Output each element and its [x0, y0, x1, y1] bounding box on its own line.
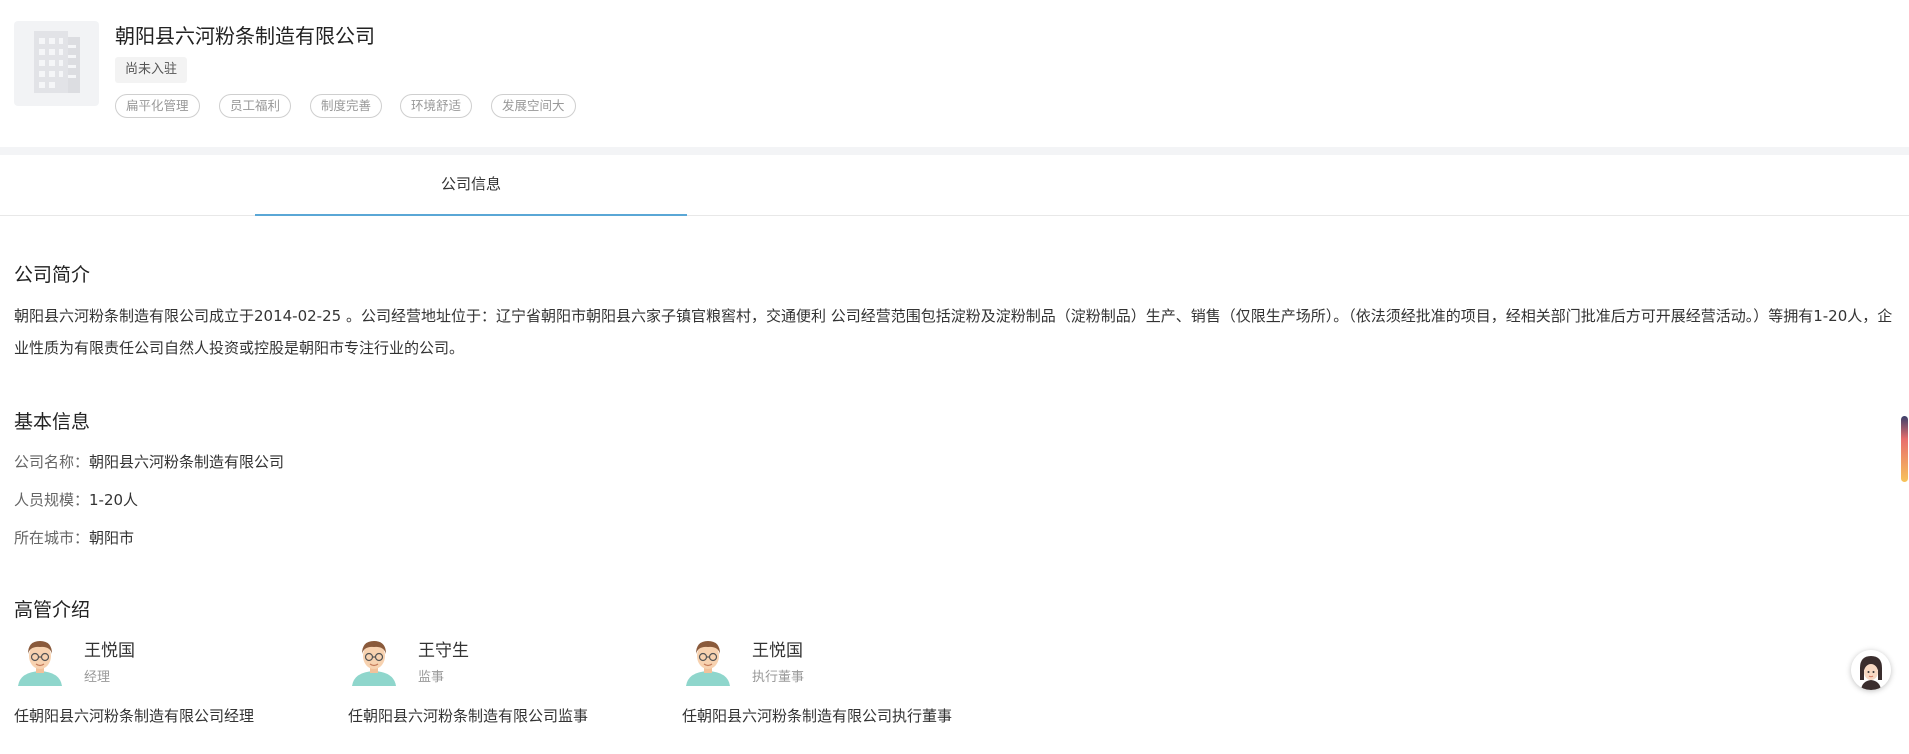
- company-logo: [14, 21, 99, 106]
- benefit-tag: 发展空间大: [491, 94, 576, 118]
- benefit-tag: 制度完善: [310, 94, 383, 118]
- executive-description: 任朝阳县六河粉条制造有限公司经理: [14, 707, 255, 725]
- benefit-tag: 员工福利: [219, 94, 292, 118]
- executive-name: 王悦国: [752, 641, 803, 661]
- executive-role: 经理: [84, 670, 111, 685]
- info-label: 人员规模：: [14, 491, 90, 509]
- person-avatar-icon: [18, 641, 62, 686]
- intro-text: 朝阳县六河粉条制造有限公司成立于2014-02-25 。公司经营地址位于：辽宁省…: [14, 307, 1893, 357]
- tab-bar: 公司信息: [0, 155, 1909, 216]
- executive-name: 王悦国: [84, 641, 135, 661]
- benefit-tag: 环境舒适: [400, 94, 473, 118]
- section-divider: [0, 147, 1909, 155]
- benefit-tag: 扁平化管理: [115, 94, 200, 118]
- info-value: 朝阳县六河粉条制造有限公司: [89, 453, 285, 471]
- executive-name: 王守生: [418, 641, 469, 661]
- person-avatar-icon: [686, 641, 730, 686]
- building-icon: [34, 31, 80, 93]
- company-header: 朝阳县六河粉条制造有限公司 尚未入驻 扁平化管理 员工福利 制度完善 环境舒适 …: [0, 0, 1909, 147]
- info-row-company-name: 公司名称：朝阳县六河粉条制造有限公司: [14, 451, 284, 472]
- executive-role: 执行董事: [752, 670, 805, 685]
- company-name: 朝阳县六河粉条制造有限公司: [115, 24, 375, 48]
- basic-info-title: 基本信息: [14, 411, 91, 433]
- executives-title: 高管介绍: [14, 599, 91, 621]
- assistant-avatar-icon: [1851, 650, 1891, 690]
- info-label: 公司名称：: [14, 453, 90, 471]
- info-value: 朝阳市: [89, 529, 135, 547]
- info-row-staff-size: 人员规模：1-20人: [14, 489, 138, 510]
- executive-description: 任朝阳县六河粉条制造有限公司执行董事: [682, 707, 953, 725]
- active-tab-indicator: [255, 214, 687, 216]
- status-badge: 尚未入驻: [115, 57, 188, 83]
- assistant-avatar-button[interactable]: [1851, 650, 1891, 690]
- info-label: 所在城市：: [14, 529, 90, 547]
- person-avatar-icon: [352, 641, 396, 686]
- executive-description: 任朝阳县六河粉条制造有限公司监事: [348, 707, 589, 725]
- info-value: 1-20人: [89, 491, 139, 509]
- tab-company-info[interactable]: 公司信息: [255, 155, 687, 215]
- intro-title: 公司简介: [14, 264, 91, 286]
- info-row-city: 所在城市：朝阳市: [14, 527, 134, 548]
- scroll-progress-indicator[interactable]: [1901, 416, 1908, 482]
- executive-role: 监事: [418, 670, 445, 685]
